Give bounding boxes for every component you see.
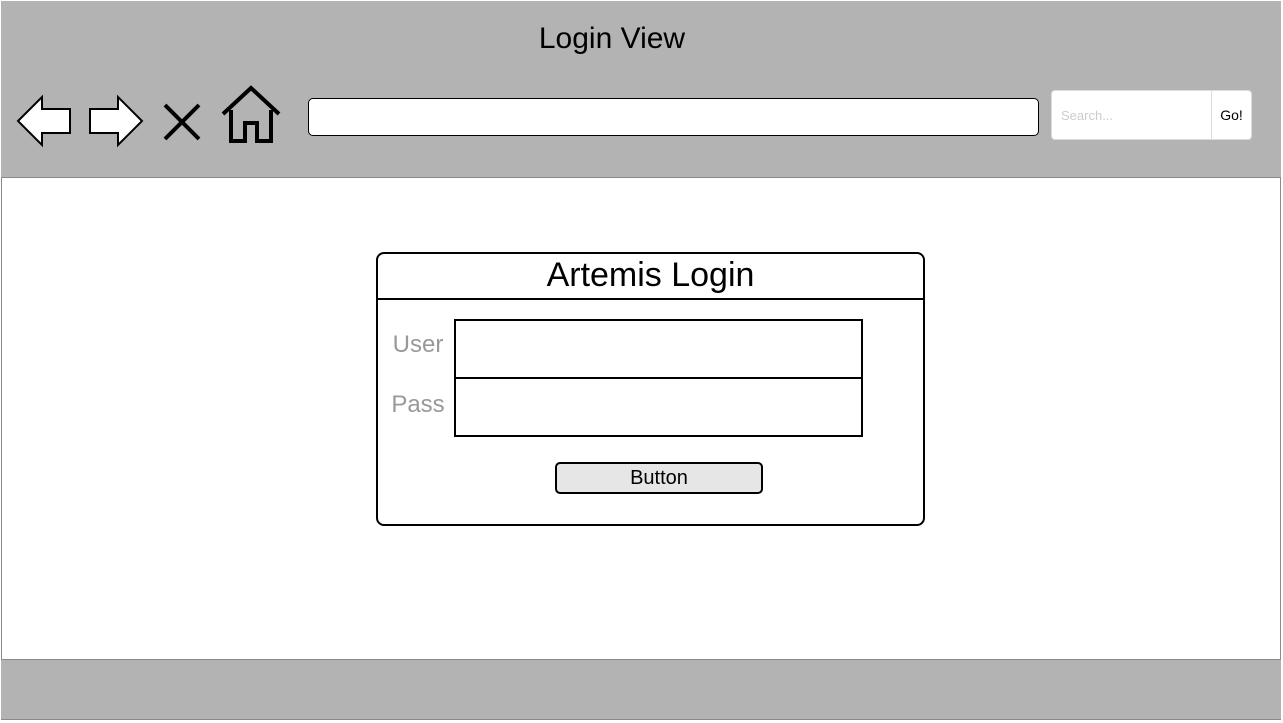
- login-button[interactable]: Button: [555, 462, 763, 494]
- close-icon[interactable]: [159, 99, 205, 145]
- search-box: Go!: [1051, 90, 1252, 140]
- user-label: User: [392, 331, 444, 358]
- address-bar[interactable]: [308, 98, 1039, 136]
- window-title: Login View: [538, 22, 686, 55]
- user-field[interactable]: [454, 319, 863, 379]
- login-title: Artemis Login: [378, 254, 923, 300]
- pass-label: Pass: [391, 391, 445, 418]
- pass-field[interactable]: [454, 377, 863, 437]
- forward-arrow-icon[interactable]: [87, 93, 145, 151]
- home-icon[interactable]: [220, 85, 282, 145]
- search-input[interactable]: [1052, 91, 1212, 139]
- browser-header: Login View Go!: [1, 1, 1281, 178]
- back-arrow-icon[interactable]: [15, 93, 73, 151]
- go-button[interactable]: Go!: [1212, 91, 1251, 139]
- browser-footer: [1, 659, 1281, 719]
- login-panel: Artemis Login User Pass Button: [376, 252, 925, 526]
